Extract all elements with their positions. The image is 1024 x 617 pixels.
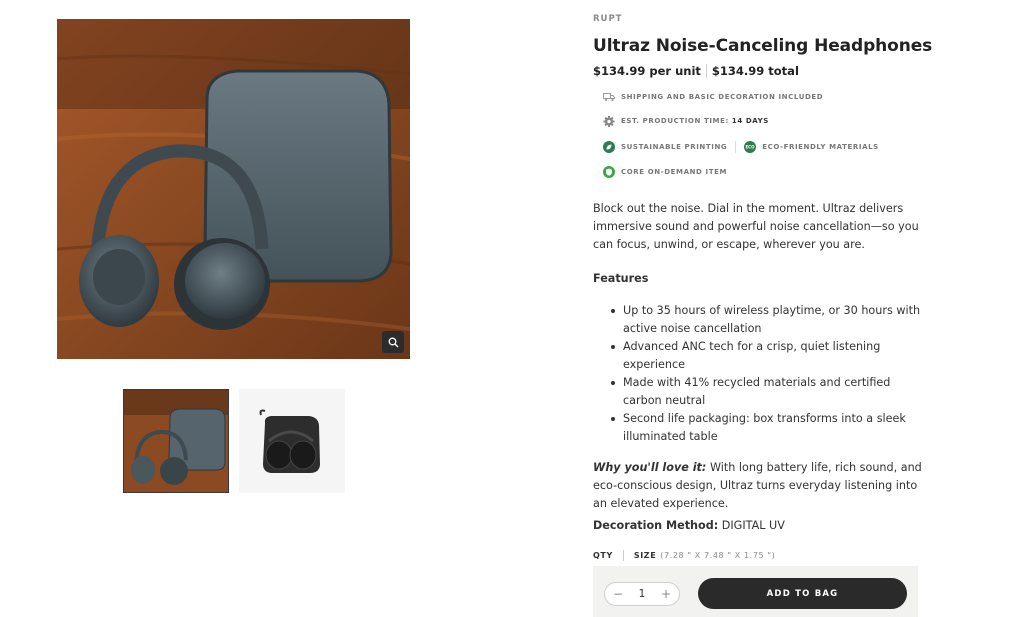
thumbnail-photo-headphones-with-case bbox=[124, 390, 228, 492]
decoration-label: Decoration Method: bbox=[593, 519, 719, 532]
main-product-image[interactable] bbox=[57, 19, 410, 359]
badge-shipping-label: SHIPPING AND BASIC DECORATION INCLUDED bbox=[621, 93, 824, 101]
truck-icon bbox=[603, 91, 615, 103]
quantity-input[interactable] bbox=[631, 588, 653, 600]
price-per-unit: $134.99 per unit bbox=[593, 64, 701, 78]
zoom-button[interactable] bbox=[382, 331, 404, 353]
badge-core-label: CORE ON-DEMAND ITEM bbox=[621, 168, 728, 176]
svg-text:ECO: ECO bbox=[746, 145, 756, 150]
add-to-bag-button[interactable]: ADD TO BAG bbox=[698, 578, 907, 609]
qty-label: QTY bbox=[593, 551, 613, 560]
product-options: QTY SIZE (7.28 " X 7.48 " X 1.75 ") bbox=[593, 550, 775, 561]
price-total: $134.99 total bbox=[711, 64, 799, 78]
badge-production-label: EST. PRODUCTION TIME: bbox=[621, 117, 729, 125]
badge-row-sustainability: SUSTAINABLE PRINTING ECO ECO-FRIENDLY MA… bbox=[603, 141, 879, 153]
buy-bar: − + ADD TO BAG bbox=[593, 566, 918, 617]
badge-sustainable-label: SUSTAINABLE PRINTING bbox=[621, 143, 728, 151]
brand-name: RUPT bbox=[593, 14, 623, 24]
feature-item: Second life packaging: box transforms in… bbox=[609, 410, 921, 446]
options-separator bbox=[622, 550, 624, 561]
feature-item: Made with 41% recycled materials and cer… bbox=[609, 374, 921, 410]
why-love-it-label: Why you'll love it: bbox=[593, 461, 707, 474]
badge-eco-label: ECO-FRIENDLY MATERIALS bbox=[762, 143, 879, 151]
thumbnail-photo-folded-headphones bbox=[239, 389, 341, 493]
features-list: Up to 35 hours of wireless playtime, or … bbox=[609, 302, 921, 446]
product-description: Block out the noise. Dial in the moment.… bbox=[593, 202, 919, 251]
eco-badge-icon: ECO bbox=[744, 141, 757, 153]
thumbnail-1[interactable] bbox=[123, 389, 229, 493]
feature-item: Advanced ANC tech for a crisp, quiet lis… bbox=[609, 338, 921, 374]
badge-shipping: SHIPPING AND BASIC DECORATION INCLUDED bbox=[603, 91, 823, 103]
badge-production-time: EST. PRODUCTION TIME: 14 DAYS bbox=[603, 115, 769, 127]
badge-production-value: 14 DAYS bbox=[731, 117, 769, 125]
decrease-quantity-button[interactable]: − bbox=[612, 587, 624, 601]
decoration-value: DIGITAL UV bbox=[718, 519, 785, 532]
size-value: (7.28 " X 7.48 " X 1.75 ") bbox=[660, 551, 776, 560]
thumbnail-2[interactable] bbox=[239, 389, 345, 493]
gear-icon bbox=[603, 115, 615, 127]
increase-quantity-button[interactable]: + bbox=[660, 587, 672, 601]
feature-item: Up to 35 hours of wireless playtime, or … bbox=[609, 302, 921, 338]
magnifier-icon bbox=[388, 337, 398, 347]
badge-core: CORE ON-DEMAND ITEM bbox=[603, 166, 727, 178]
size-label: SIZE bbox=[633, 551, 657, 560]
price-row: $134.99 per unit $134.99 total bbox=[593, 64, 799, 78]
features-heading: Features bbox=[593, 272, 649, 285]
leaf-icon bbox=[603, 141, 615, 153]
badge-separator bbox=[735, 141, 737, 153]
product-title: Ultraz Noise-Canceling Headphones bbox=[593, 36, 933, 56]
decoration-method: Decoration Method: DIGITAL UV bbox=[593, 519, 785, 532]
price-divider bbox=[705, 64, 707, 78]
product-photo-headphones bbox=[57, 19, 410, 359]
product-info: RUPT Ultraz Noise-Canceling Headphones $… bbox=[593, 14, 932, 561]
shield-icon bbox=[603, 166, 615, 178]
quantity-stepper: − + bbox=[604, 582, 680, 606]
why-love-it: Why you'll love it: With long battery li… bbox=[593, 459, 923, 513]
